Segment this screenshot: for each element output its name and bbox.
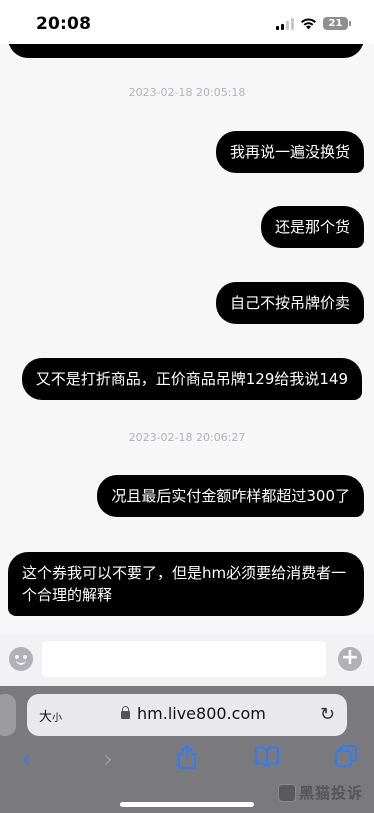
message-bubble-cut-off — [8, 44, 364, 58]
watermark-logo-icon — [278, 783, 296, 802]
url-text[interactable]: hm.live800.com — [137, 704, 266, 723]
browser-bottom-bar: 大小 hm.live800.com ↻ ‹ › 黑猫投诉 — [0, 686, 374, 813]
reload-icon[interactable]: ↻ — [320, 704, 335, 725]
message-bubble[interactable]: 还是那个货 — [260, 206, 364, 248]
message-input[interactable] — [42, 641, 326, 677]
back-icon[interactable]: ‹ — [11, 744, 41, 774]
battery-icon: 21 — [323, 17, 351, 30]
chat-area[interactable]: 2023-02-18 20:05:18 我再说一遍没换货 还是那个货 自己不按吊… — [0, 44, 374, 634]
forward-icon[interactable]: › — [93, 744, 123, 774]
message-bubble[interactable]: 我再说一遍没换货 — [215, 131, 364, 173]
browser-toolbar: ‹ › — [0, 742, 374, 782]
watermark: 黑猫投诉 — [278, 782, 363, 803]
cellular-signal-icon — [276, 17, 294, 30]
lock-icon — [121, 706, 130, 719]
watermark-text: 黑猫投诉 — [299, 784, 364, 802]
message-bubble[interactable]: 自己不按吊牌价卖 — [215, 282, 364, 324]
message-input-bar: + — [0, 634, 374, 686]
status-icons: 21 — [276, 17, 351, 30]
share-icon[interactable] — [172, 744, 202, 777]
wifi-icon — [301, 17, 316, 29]
page-settings-button[interactable]: 大小 — [39, 706, 62, 725]
font-size-large-label: 大 — [39, 710, 53, 725]
font-size-small-label: 小 — [52, 713, 63, 724]
address-bar[interactable]: 大小 hm.live800.com ↻ — [27, 694, 347, 736]
battery-level: 21 — [328, 17, 343, 29]
bookmarks-icon[interactable] — [252, 744, 282, 774]
previous-tab-preview[interactable] — [0, 694, 16, 736]
timestamp: 2023-02-18 20:06:27 — [128, 431, 246, 444]
plus-icon[interactable]: + — [338, 647, 362, 671]
emoji-icon[interactable] — [9, 647, 33, 671]
message-bubble[interactable]: 又不是打折商品，正价商品吊牌129给我说149 — [21, 358, 362, 400]
status-time: 20:08 — [36, 14, 92, 34]
status-bar: 20:08 21 — [0, 0, 374, 44]
timestamp: 2023-02-18 20:05:18 — [128, 86, 246, 99]
message-bubble[interactable]: 况且最后实付金额咋样都超过300了 — [97, 475, 364, 517]
home-indicator[interactable] — [120, 802, 254, 807]
tabs-icon[interactable] — [331, 744, 361, 775]
message-bubble[interactable]: 这个券我可以不要了，但是hm必须要给消费者一个合理的解释 — [8, 552, 364, 616]
